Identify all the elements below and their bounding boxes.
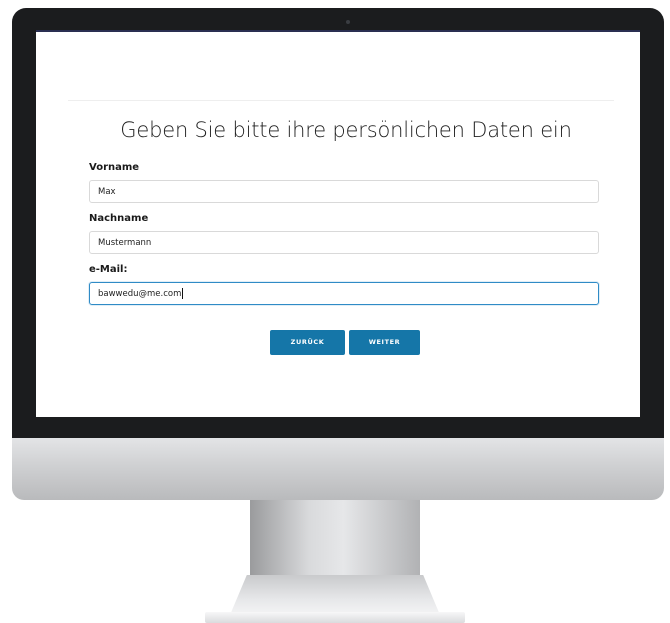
first-name-value: Max bbox=[98, 187, 116, 197]
screen-content: Geben Sie bitte ihre persönlichen Daten … bbox=[36, 32, 640, 417]
email-input[interactable]: bawwedu@me.com bbox=[89, 282, 599, 305]
monitor-stand-foot bbox=[205, 612, 465, 623]
back-button[interactable]: ZURÜCK bbox=[270, 330, 345, 355]
webcam-dot bbox=[346, 20, 350, 24]
text-caret bbox=[182, 288, 184, 299]
monitor-mockup: Geben Sie bitte ihre persönlichen Daten … bbox=[0, 0, 670, 623]
page-title: Geben Sie bitte ihre persönlichen Daten … bbox=[120, 118, 572, 142]
last-name-input[interactable]: Mustermann bbox=[89, 231, 599, 254]
last-name-value: Mustermann bbox=[98, 238, 152, 248]
monitor-stand-base bbox=[230, 575, 440, 615]
email-label: e-Mail: bbox=[89, 264, 128, 275]
next-button[interactable]: WEITER bbox=[349, 330, 420, 355]
email-value: bawwedu@me.com bbox=[98, 289, 182, 299]
monitor-stand-neck bbox=[250, 500, 420, 580]
first-name-label: Vorname bbox=[89, 162, 140, 173]
last-name-label: Nachname bbox=[89, 213, 149, 224]
first-name-input[interactable]: Max bbox=[89, 180, 599, 203]
header-divider bbox=[68, 100, 614, 101]
monitor-chin bbox=[12, 438, 664, 500]
